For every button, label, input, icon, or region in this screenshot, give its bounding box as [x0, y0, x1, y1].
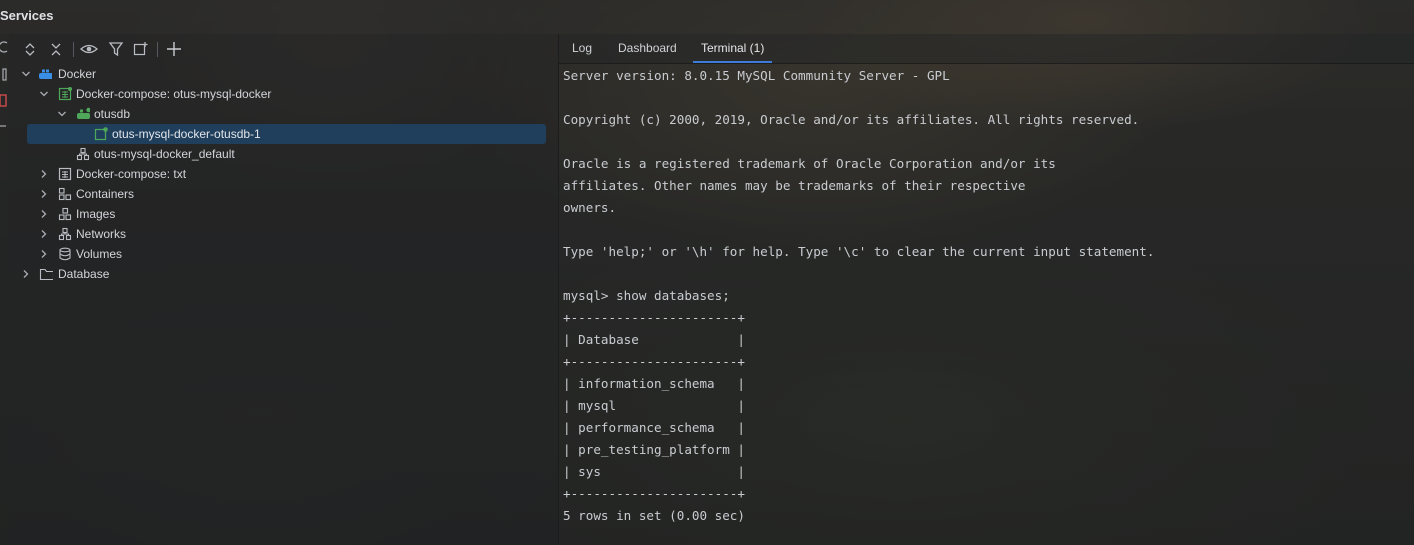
terminal-line: owners. — [563, 200, 617, 215]
filter-button[interactable] — [106, 39, 126, 59]
details-panel: Log Dashboard Terminal (1) Server versio… — [559, 34, 1414, 545]
toolbar-separator — [157, 42, 158, 57]
tree-item-docker[interactable]: Docker — [9, 64, 558, 84]
minus-icon[interactable] — [0, 118, 8, 134]
expand-all-icon — [25, 43, 35, 56]
chevron-right-icon[interactable] — [39, 169, 49, 179]
tree-item-label: Docker-compose: otus-mysql-docker — [76, 87, 272, 101]
tree-item-volumes[interactable]: Volumes — [9, 244, 558, 264]
terminal-line: Oracle is a registered trademark of Orac… — [563, 156, 1056, 171]
terminal-line: +----------------------+ — [563, 486, 745, 501]
terminal-line: | mysql | — [563, 398, 745, 413]
tree-item-docker-compose-otus[interactable]: Docker-compose: otus-mysql-docker — [9, 84, 558, 104]
tree-item-network-default[interactable]: otus-mysql-docker_default — [9, 144, 558, 164]
folder-icon — [39, 268, 53, 281]
terminal-line: | information_schema | — [563, 376, 745, 391]
tree-item-label: Database — [58, 267, 110, 281]
terminal-line: Server version: 8.0.15 MySQL Community S… — [563, 68, 950, 83]
add-service-icon — [167, 42, 181, 56]
terminal-line: | performance_schema | — [563, 420, 745, 435]
tree-item-label: Networks — [76, 227, 127, 241]
expand-all-button[interactable] — [20, 39, 40, 59]
tree-item-otusdb-container[interactable]: otus-mysql-docker-otusdb-1 — [9, 124, 558, 144]
refresh-icon[interactable] — [0, 39, 8, 55]
tree-item-label: Docker — [58, 67, 97, 81]
chevron-down-icon[interactable] — [57, 109, 67, 119]
terminal-line: affiliates. Other names may be trademark… — [563, 178, 1026, 193]
volumes-icon — [59, 247, 71, 261]
chevron-right-icon[interactable] — [39, 209, 49, 219]
chevron-down-icon[interactable] — [21, 69, 31, 79]
service-icon — [77, 107, 90, 119]
tree-item-containers[interactable]: Containers — [9, 184, 558, 204]
tree-item-otusdb[interactable]: otusdb — [9, 104, 558, 124]
networks-icon — [58, 227, 72, 241]
services-tree-panel: Docker Docker-compose: otus-mysql-docker — [9, 34, 558, 545]
chevron-right-icon[interactable] — [39, 229, 49, 239]
tab-terminal[interactable]: Terminal (1) — [692, 34, 773, 63]
terminal-line: | Database | — [563, 332, 745, 347]
docker-compose-icon — [58, 167, 72, 181]
window-title: Services — [0, 8, 54, 23]
tree-item-images[interactable]: Images — [9, 204, 558, 224]
container-running-icon — [94, 127, 108, 141]
terminal-line: mysql> show databases; — [563, 288, 730, 303]
terminal-line: +----------------------+ — [563, 354, 745, 369]
services-toolbar — [9, 34, 558, 64]
tab-dashboard[interactable]: Dashboard — [618, 34, 677, 63]
terminal-line: | sys | — [563, 464, 745, 479]
tree-item-label: Images — [76, 207, 116, 221]
new-group-button[interactable] — [131, 39, 151, 59]
tree-item-label: otusdb — [94, 107, 131, 121]
toolbar-separator — [73, 42, 74, 57]
chevron-right-icon[interactable] — [39, 249, 49, 259]
new-group-icon — [133, 42, 148, 56]
tree-item-label: otus-mysql-docker_default — [94, 147, 235, 161]
docker-icon — [39, 69, 52, 79]
filter-icon — [108, 42, 124, 57]
eye-icon — [80, 44, 98, 54]
chevron-right-icon[interactable] — [21, 269, 31, 279]
view-options-button[interactable] — [79, 39, 99, 59]
tree-item-docker-compose-txt[interactable]: Docker-compose: txt — [9, 164, 558, 184]
details-tabs: Log Dashboard Terminal (1) — [559, 34, 1414, 64]
pause-icon[interactable] — [0, 67, 8, 83]
network-icon — [76, 147, 90, 161]
docker-compose-icon — [58, 87, 72, 101]
tree-item-label: Docker-compose: txt — [76, 167, 187, 181]
images-icon — [58, 207, 72, 221]
containers-icon — [58, 187, 72, 201]
add-service-button[interactable] — [164, 39, 184, 59]
chevron-right-icon[interactable] — [39, 189, 49, 199]
terminal-output[interactable]: Server version: 8.0.15 MySQL Community S… — [563, 65, 1411, 527]
chevron-down-icon[interactable] — [39, 89, 49, 99]
terminal-line: +----------------------+ — [563, 310, 745, 325]
terminal-line: Copyright (c) 2000, 2019, Oracle and/or … — [563, 112, 1140, 127]
tree-item-database[interactable]: Database — [9, 264, 558, 284]
terminal-line: Type 'help;' or '\h' for help. Type '\c'… — [563, 244, 1155, 259]
tab-log[interactable]: Log — [572, 34, 592, 63]
side-strip — [0, 34, 9, 545]
terminal-line: | pre_testing_platform | — [563, 442, 745, 457]
title-bar: Services — [0, 0, 1414, 34]
tree-item-label: Volumes — [76, 247, 123, 261]
collapse-all-icon — [51, 43, 61, 56]
tree-item-networks[interactable]: Networks — [9, 224, 558, 244]
tree-item-label: otus-mysql-docker-otusdb-1 — [112, 127, 261, 141]
collapse-all-button[interactable] — [46, 39, 66, 59]
terminal-line: 5 rows in set (0.00 sec) — [563, 508, 745, 523]
stop-icon[interactable] — [0, 93, 8, 109]
tree-item-label: Containers — [76, 187, 135, 201]
